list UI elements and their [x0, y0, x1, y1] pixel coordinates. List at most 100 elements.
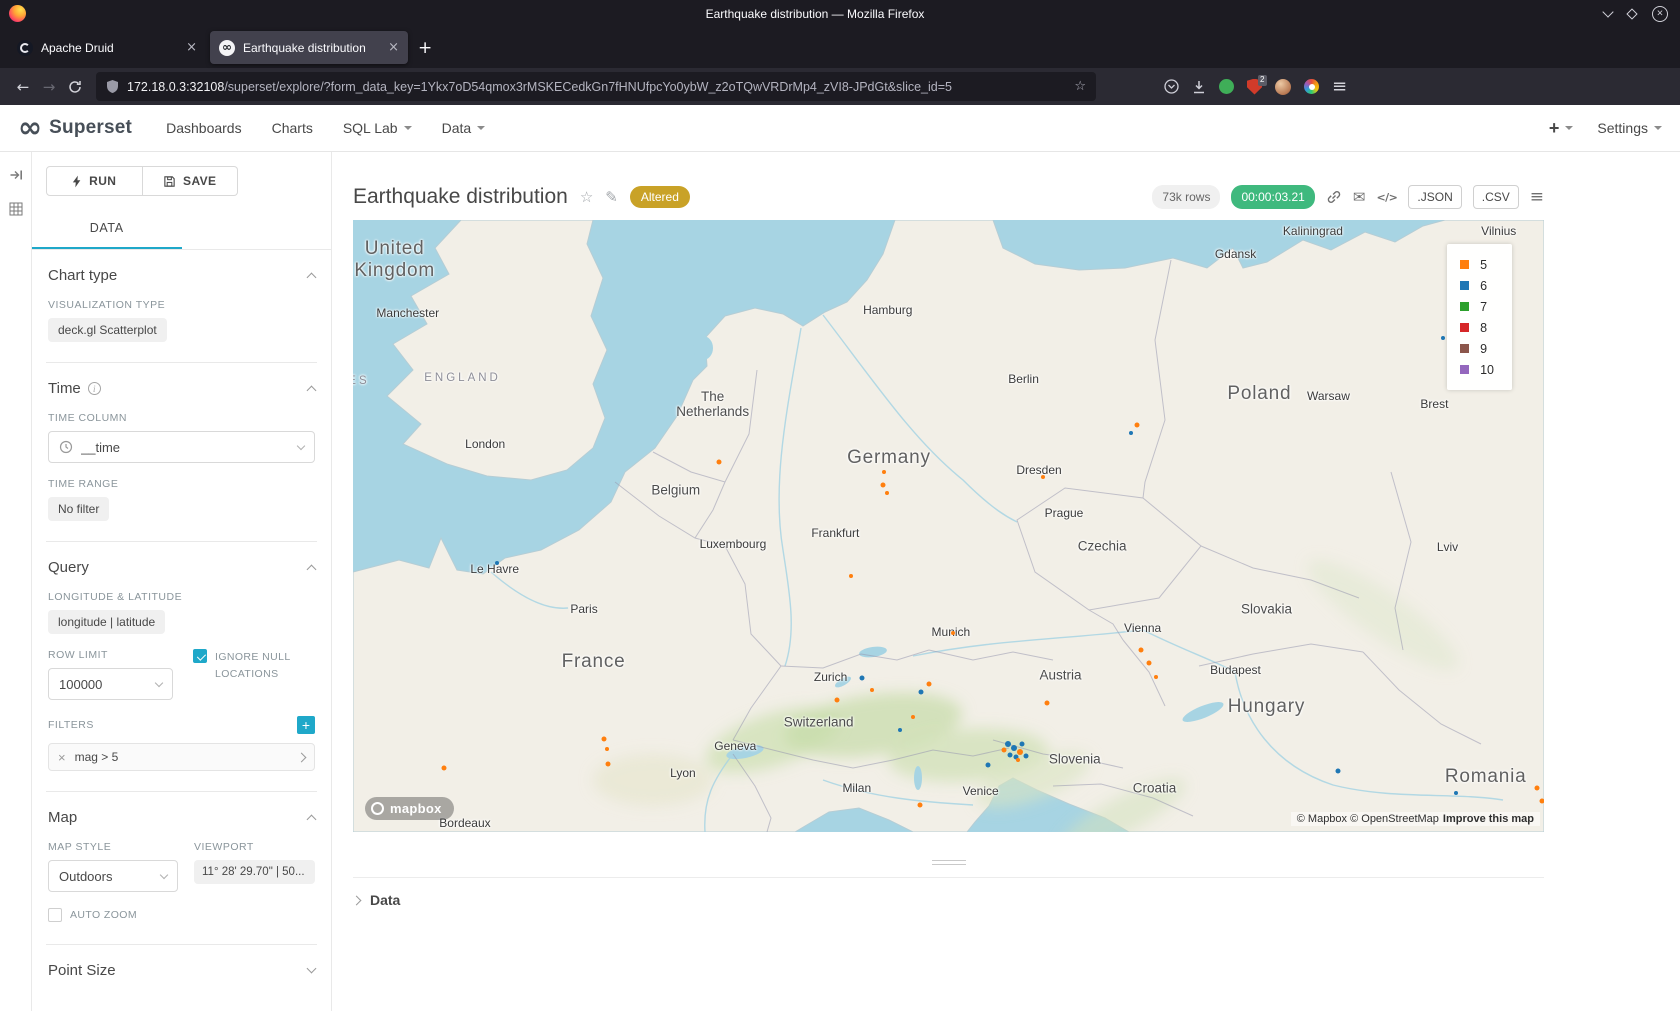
legend-swatch — [1460, 260, 1469, 269]
chart-menu-icon[interactable] — [1530, 187, 1544, 207]
pocket-icon[interactable] — [1164, 79, 1179, 94]
window-close-icon[interactable] — [1652, 6, 1668, 22]
rows-count-badge: 73k rows — [1152, 185, 1220, 209]
map-canvas[interactable]: United KingdomManchesterENGLANDESLondonL… — [353, 220, 1544, 832]
ignore-null-label: IGNORE NULL LOCATIONS — [215, 649, 315, 683]
mapbox-icon — [371, 802, 384, 815]
url-bar[interactable]: 172.18.0.3:32108/superset/explore/?form_… — [96, 72, 1096, 101]
embed-code-icon[interactable] — [1376, 191, 1397, 204]
run-button[interactable]: RUN — [46, 166, 143, 196]
legend-item[interactable]: 8 — [1460, 317, 1494, 338]
favorite-star-icon[interactable] — [580, 188, 593, 206]
data-point — [605, 747, 609, 751]
legend-swatch — [1460, 365, 1469, 374]
dataset-rail — [0, 152, 32, 1011]
back-icon[interactable] — [10, 78, 36, 96]
legend-item[interactable]: 5 — [1460, 254, 1494, 275]
save-button[interactable]: SAVE — [143, 166, 239, 196]
save-icon — [163, 175, 176, 188]
browser-tab[interactable]: Earthquake distribution — [210, 31, 408, 64]
chevron-up-icon — [307, 565, 317, 575]
superset-logo[interactable]: Superset — [18, 116, 132, 141]
tab-title: Apache Druid — [41, 41, 180, 55]
chevron-down-icon — [297, 442, 305, 450]
nav-data[interactable]: Data — [442, 120, 486, 136]
downloads-icon[interactable] — [1192, 80, 1206, 94]
share-link-icon[interactable] — [1326, 189, 1342, 205]
expand-panel-icon[interactable] — [9, 168, 23, 187]
data-point — [1454, 791, 1458, 795]
tracking-protection-icon[interactable] — [106, 79, 119, 94]
forward-icon[interactable] — [36, 78, 62, 96]
query-header[interactable]: Query — [48, 559, 315, 576]
filter-chip[interactable]: mag > 5 — [48, 743, 315, 771]
legend-item[interactable]: 7 — [1460, 296, 1494, 317]
browser-menu-icon[interactable] — [1332, 76, 1347, 97]
map-legend: 5 678910 — [1447, 244, 1512, 390]
map-header[interactable]: Map — [48, 809, 315, 826]
clock-icon — [59, 440, 73, 454]
time-column-select[interactable]: __time — [48, 431, 315, 463]
minimize-icon[interactable] — [1602, 6, 1613, 17]
legend-swatch — [1460, 281, 1469, 290]
data-point — [898, 728, 902, 732]
remove-filter-icon[interactable] — [58, 750, 66, 765]
firefox-logo-icon — [9, 5, 26, 22]
export-csv-button[interactable]: .CSV — [1473, 185, 1519, 209]
extension-colorful-icon[interactable] — [1304, 79, 1319, 94]
filters-label: FILTERS — [48, 719, 94, 731]
time-range-pill[interactable]: No filter — [48, 497, 109, 521]
chart-type-header[interactable]: Chart type — [48, 267, 315, 284]
new-tab-button[interactable] — [418, 38, 432, 58]
legend-label: 5 — [1480, 258, 1487, 272]
mapbox-logo[interactable]: mapbox — [365, 797, 454, 820]
bookmark-star-icon[interactable] — [1074, 79, 1086, 94]
altered-badge[interactable]: Altered — [630, 186, 690, 208]
data-panel-header[interactable]: Data — [353, 877, 1544, 908]
legend-item[interactable]: 9 — [1460, 338, 1494, 359]
extension-green-icon[interactable] — [1219, 79, 1234, 94]
profile-avatar[interactable] — [1275, 79, 1291, 95]
nav-sql-lab[interactable]: SQL Lab — [343, 120, 412, 136]
bolt-icon — [72, 175, 82, 188]
email-icon[interactable] — [1353, 188, 1366, 206]
control-panel: RUN SAVE DATA Chart type VISUALIZATION T… — [32, 152, 332, 1011]
time-header[interactable]: Time — [48, 380, 315, 397]
row-limit-select[interactable]: 100000 — [48, 668, 173, 700]
viewport-value[interactable]: 11° 28' 29.70" | 50... — [194, 860, 315, 884]
row-limit-label: ROW LIMIT — [48, 649, 193, 661]
nav-charts[interactable]: Charts — [272, 120, 313, 136]
tab-close-icon[interactable] — [388, 40, 399, 55]
adblock-shield-icon[interactable]: 2 — [1247, 79, 1262, 95]
settings-menu[interactable]: Settings — [1597, 120, 1662, 136]
auto-zoom-checkbox[interactable] — [48, 908, 62, 922]
viz-type-pill[interactable]: deck.gl Scatterplot — [48, 318, 167, 342]
export-json-button[interactable]: .JSON — [1408, 185, 1461, 209]
chart-area: Earthquake distribution Altered 73k rows… — [332, 152, 1680, 1011]
window-titlebar: Earthquake distribution — Mozilla Firefo… — [0, 0, 1680, 27]
data-point — [1154, 675, 1158, 679]
data-point — [859, 675, 864, 680]
data-point — [1045, 700, 1050, 705]
browser-tab[interactable]: Apache Druid — [8, 31, 206, 64]
new-item-dropdown[interactable] — [1549, 118, 1574, 139]
point-size-header[interactable]: Point Size — [48, 962, 315, 979]
lonlat-pill[interactable]: longitude | latitude — [48, 610, 165, 634]
dataset-grid-icon[interactable] — [9, 202, 23, 221]
reload-icon[interactable] — [62, 80, 88, 94]
edit-title-icon[interactable] — [605, 188, 618, 206]
ignore-null-checkbox[interactable] — [193, 649, 207, 663]
legend-item[interactable]: 10 — [1460, 359, 1494, 380]
legend-item[interactable]: 6 — [1460, 275, 1494, 296]
resize-handle[interactable] — [353, 832, 1544, 877]
tab-data[interactable]: DATA — [32, 210, 182, 249]
map-style-select[interactable]: Outdoors — [48, 860, 178, 892]
add-filter-button[interactable] — [297, 716, 315, 734]
nav-dashboards[interactable]: Dashboards — [166, 120, 242, 136]
maximize-icon[interactable] — [1626, 8, 1637, 19]
chevron-down-icon — [404, 126, 412, 130]
improve-map-link[interactable]: Improve this map — [1443, 813, 1534, 825]
tab-close-icon[interactable] — [186, 40, 197, 55]
data-point — [1008, 752, 1013, 757]
data-point — [1134, 423, 1139, 428]
